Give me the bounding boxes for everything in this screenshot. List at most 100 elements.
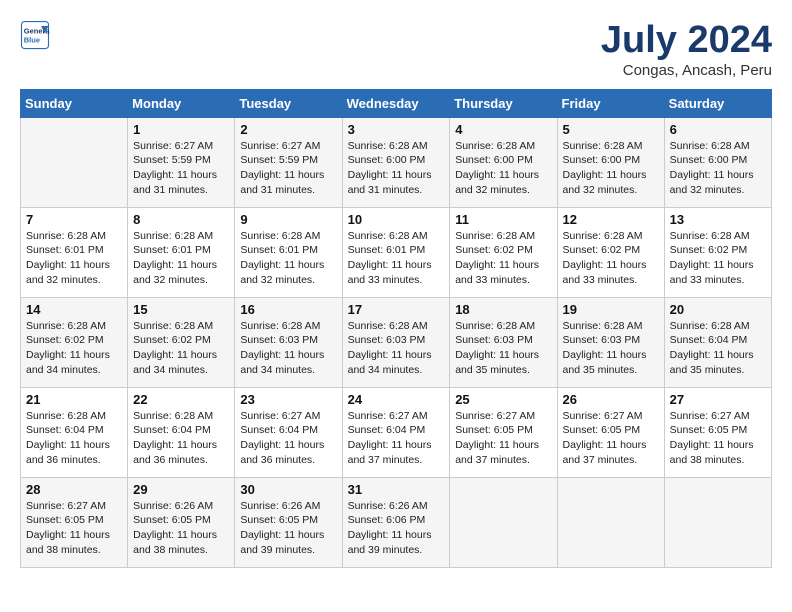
day-number: 13 xyxy=(670,212,766,227)
calendar-cell: 9 Sunrise: 6:28 AM Sunset: 6:01 PM Daylig… xyxy=(235,207,342,297)
day-number: 20 xyxy=(670,302,766,317)
calendar-cell: 27Sunrise: 6:27 AM Sunset: 6:05 PM Dayli… xyxy=(664,387,771,477)
day-info: Sunrise: 6:28 AM Sunset: 6:03 PM Dayligh… xyxy=(563,319,659,378)
header-day-thursday: Thursday xyxy=(450,89,557,117)
day-number: 12 xyxy=(563,212,659,227)
header-day-tuesday: Tuesday xyxy=(235,89,342,117)
day-info: Sunrise: 6:28 AM Sunset: 6:00 PM Dayligh… xyxy=(563,139,659,198)
calendar-cell: 19Sunrise: 6:28 AM Sunset: 6:03 PM Dayli… xyxy=(557,297,664,387)
logo-icon: General Blue xyxy=(20,20,50,50)
day-info: Sunrise: 6:28 AM Sunset: 6:03 PM Dayligh… xyxy=(455,319,551,378)
header-day-wednesday: Wednesday xyxy=(342,89,450,117)
day-info: Sunrise: 6:26 AM Sunset: 6:05 PM Dayligh… xyxy=(133,499,229,558)
day-number: 21 xyxy=(26,392,122,407)
calendar-cell: 6 Sunrise: 6:28 AM Sunset: 6:00 PM Daylig… xyxy=(664,117,771,207)
calendar-cell: 22 Sunrise: 6:28 AM Sunset: 6:04 PM Dayli… xyxy=(128,387,235,477)
day-number: 2 xyxy=(240,122,336,137)
day-number: 17 xyxy=(348,302,445,317)
calendar-cell: 5 Sunrise: 6:28 AM Sunset: 6:00 PM Daylig… xyxy=(557,117,664,207)
header-day-sunday: Sunday xyxy=(21,89,128,117)
day-number: 4 xyxy=(455,122,551,137)
day-number: 1 xyxy=(133,122,229,137)
day-info: Sunrise: 6:27 AM Sunset: 6:04 PM Dayligh… xyxy=(348,409,445,468)
calendar-cell: 20 Sunrise: 6:28 AM Sunset: 6:04 PM Dayli… xyxy=(664,297,771,387)
calendar-cell: 31Sunrise: 6:26 AM Sunset: 6:06 PM Dayli… xyxy=(342,477,450,567)
day-info: Sunrise: 6:28 AM Sunset: 6:00 PM Dayligh… xyxy=(455,139,551,198)
week-row-0: 1 Sunrise: 6:27 AM Sunset: 5:59 PM Daylig… xyxy=(21,117,772,207)
calendar-cell: 3 Sunrise: 6:28 AM Sunset: 6:00 PM Daylig… xyxy=(342,117,450,207)
day-number: 16 xyxy=(240,302,336,317)
day-number: 14 xyxy=(26,302,122,317)
header-day-monday: Monday xyxy=(128,89,235,117)
month-title: July 2024 xyxy=(601,20,772,62)
day-info: Sunrise: 6:28 AM Sunset: 6:02 PM Dayligh… xyxy=(670,229,766,288)
calendar-cell: 29Sunrise: 6:26 AM Sunset: 6:05 PM Dayli… xyxy=(128,477,235,567)
header-day-saturday: Saturday xyxy=(664,89,771,117)
day-number: 22 xyxy=(133,392,229,407)
calendar-cell: 23 Sunrise: 6:27 AM Sunset: 6:04 PM Dayli… xyxy=(235,387,342,477)
calendar-cell: 24 Sunrise: 6:27 AM Sunset: 6:04 PM Dayli… xyxy=(342,387,450,477)
header-day-friday: Friday xyxy=(557,89,664,117)
calendar-cell: 17 Sunrise: 6:28 AM Sunset: 6:03 PM Dayli… xyxy=(342,297,450,387)
location-title: Congas, Ancash, Peru xyxy=(601,62,772,79)
day-number: 7 xyxy=(26,212,122,227)
day-number: 5 xyxy=(563,122,659,137)
day-number: 6 xyxy=(670,122,766,137)
day-info: Sunrise: 6:28 AM Sunset: 6:01 PM Dayligh… xyxy=(348,229,445,288)
day-info: Sunrise: 6:27 AM Sunset: 6:05 PM Dayligh… xyxy=(563,409,659,468)
calendar-cell: 25Sunrise: 6:27 AM Sunset: 6:05 PM Dayli… xyxy=(450,387,557,477)
day-info: Sunrise: 6:28 AM Sunset: 6:04 PM Dayligh… xyxy=(26,409,122,468)
day-number: 10 xyxy=(348,212,445,227)
calendar-cell: 1 Sunrise: 6:27 AM Sunset: 5:59 PM Daylig… xyxy=(128,117,235,207)
day-info: Sunrise: 6:28 AM Sunset: 6:03 PM Dayligh… xyxy=(240,319,336,378)
day-info: Sunrise: 6:27 AM Sunset: 5:59 PM Dayligh… xyxy=(133,139,229,198)
calendar-cell: 4 Sunrise: 6:28 AM Sunset: 6:00 PM Daylig… xyxy=(450,117,557,207)
calendar-cell: 14 Sunrise: 6:28 AM Sunset: 6:02 PM Dayli… xyxy=(21,297,128,387)
day-number: 31 xyxy=(348,482,445,497)
day-info: Sunrise: 6:28 AM Sunset: 6:02 PM Dayligh… xyxy=(563,229,659,288)
calendar-cell: 28 Sunrise: 6:27 AM Sunset: 6:05 PM Dayli… xyxy=(21,477,128,567)
day-info: Sunrise: 6:28 AM Sunset: 6:03 PM Dayligh… xyxy=(348,319,445,378)
day-info: Sunrise: 6:28 AM Sunset: 6:02 PM Dayligh… xyxy=(455,229,551,288)
day-info: Sunrise: 6:28 AM Sunset: 6:00 PM Dayligh… xyxy=(348,139,445,198)
calendar-cell: 30Sunrise: 6:26 AM Sunset: 6:05 PM Dayli… xyxy=(235,477,342,567)
day-info: Sunrise: 6:28 AM Sunset: 6:02 PM Dayligh… xyxy=(26,319,122,378)
calendar-cell: 10 Sunrise: 6:28 AM Sunset: 6:01 PM Dayli… xyxy=(342,207,450,297)
calendar-cell: 16 Sunrise: 6:28 AM Sunset: 6:03 PM Dayli… xyxy=(235,297,342,387)
day-number: 3 xyxy=(348,122,445,137)
day-info: Sunrise: 6:27 AM Sunset: 6:04 PM Dayligh… xyxy=(240,409,336,468)
day-number: 18 xyxy=(455,302,551,317)
day-info: Sunrise: 6:28 AM Sunset: 6:04 PM Dayligh… xyxy=(670,319,766,378)
calendar-cell: 7Sunrise: 6:28 AM Sunset: 6:01 PM Daylig… xyxy=(21,207,128,297)
day-info: Sunrise: 6:26 AM Sunset: 6:05 PM Dayligh… xyxy=(240,499,336,558)
day-number: 26 xyxy=(563,392,659,407)
week-row-2: 14 Sunrise: 6:28 AM Sunset: 6:02 PM Dayli… xyxy=(21,297,772,387)
week-row-4: 28 Sunrise: 6:27 AM Sunset: 6:05 PM Dayli… xyxy=(21,477,772,567)
day-number: 9 xyxy=(240,212,336,227)
calendar-cell: 15 Sunrise: 6:28 AM Sunset: 6:02 PM Dayli… xyxy=(128,297,235,387)
day-number: 15 xyxy=(133,302,229,317)
day-number: 25 xyxy=(455,392,551,407)
calendar-cell: 12 Sunrise: 6:28 AM Sunset: 6:02 PM Dayli… xyxy=(557,207,664,297)
calendar-cell: 11 Sunrise: 6:28 AM Sunset: 6:02 PM Dayli… xyxy=(450,207,557,297)
day-info: Sunrise: 6:28 AM Sunset: 6:04 PM Dayligh… xyxy=(133,409,229,468)
week-row-3: 21 Sunrise: 6:28 AM Sunset: 6:04 PM Dayli… xyxy=(21,387,772,477)
day-info: Sunrise: 6:27 AM Sunset: 6:05 PM Dayligh… xyxy=(26,499,122,558)
day-info: Sunrise: 6:28 AM Sunset: 6:00 PM Dayligh… xyxy=(670,139,766,198)
day-number: 27 xyxy=(670,392,766,407)
day-number: 28 xyxy=(26,482,122,497)
day-number: 11 xyxy=(455,212,551,227)
calendar-cell: 21 Sunrise: 6:28 AM Sunset: 6:04 PM Dayli… xyxy=(21,387,128,477)
day-number: 24 xyxy=(348,392,445,407)
header-row: SundayMondayTuesdayWednesdayThursdayFrid… xyxy=(21,89,772,117)
calendar-cell: 13 Sunrise: 6:28 AM Sunset: 6:02 PM Dayli… xyxy=(664,207,771,297)
day-info: Sunrise: 6:28 AM Sunset: 6:01 PM Dayligh… xyxy=(133,229,229,288)
calendar-cell xyxy=(21,117,128,207)
day-info: Sunrise: 6:28 AM Sunset: 6:02 PM Dayligh… xyxy=(133,319,229,378)
calendar-cell xyxy=(557,477,664,567)
calendar-cell: 26 Sunrise: 6:27 AM Sunset: 6:05 PM Dayli… xyxy=(557,387,664,477)
title-area: July 2024 Congas, Ancash, Peru xyxy=(601,20,772,79)
day-info: Sunrise: 6:28 AM Sunset: 6:01 PM Dayligh… xyxy=(240,229,336,288)
svg-text:Blue: Blue xyxy=(24,36,40,45)
day-number: 23 xyxy=(240,392,336,407)
